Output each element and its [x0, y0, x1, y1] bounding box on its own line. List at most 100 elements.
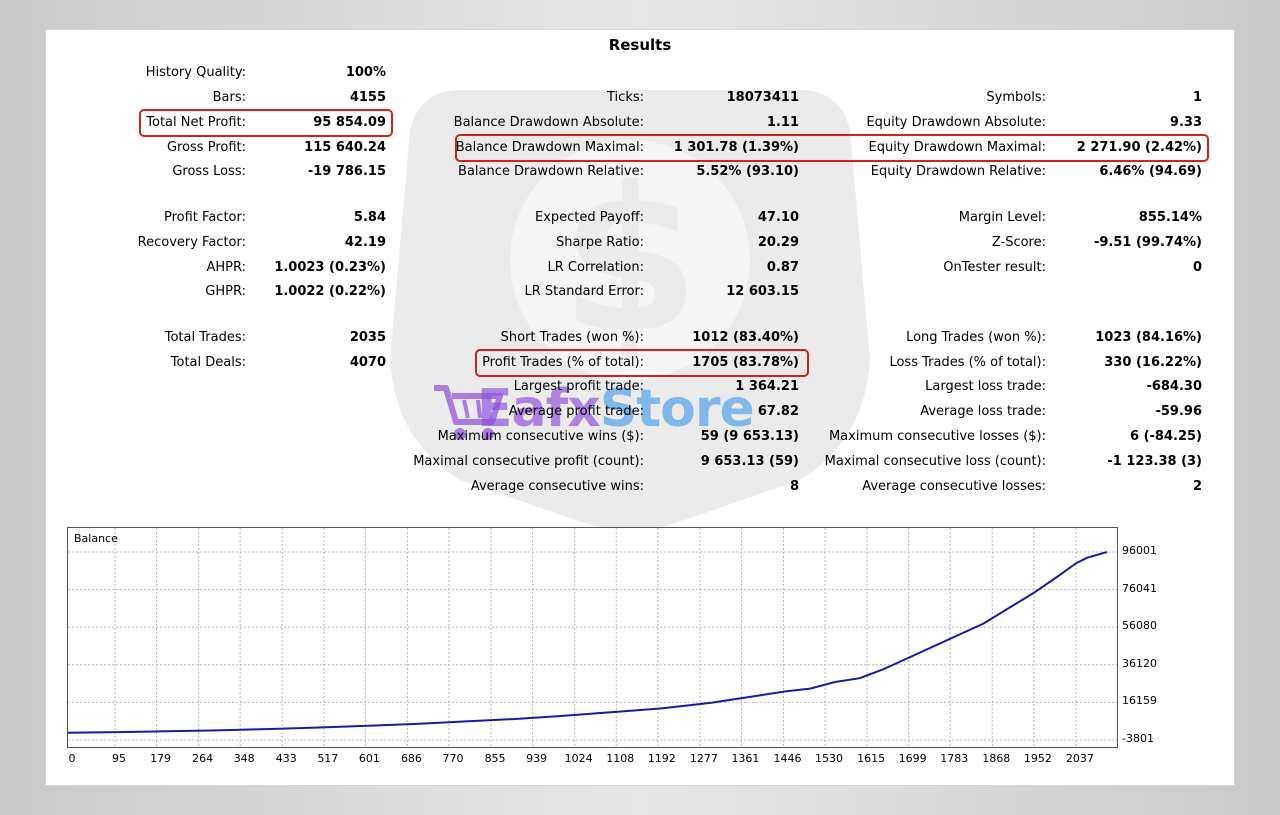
equity-drawdown-relative-value: 6.46% (94.69)	[1099, 164, 1202, 179]
bars-label: Bars:	[212, 90, 246, 105]
lr-standard-error-value: 12 603.15	[726, 284, 799, 299]
long-trades-value: 1023 (84.16%)	[1095, 330, 1202, 345]
equity-drawdown-maximal-value: 2 271.90 (2.42%)	[1076, 140, 1202, 155]
z-score-label: Z-Score:	[991, 235, 1046, 250]
x-tick-label: 264	[192, 752, 214, 765]
ghpr-label: GHPR:	[205, 284, 246, 299]
x-tick-label: 95	[112, 752, 126, 765]
balance-drawdown-absolute-value: 1.11	[766, 115, 799, 130]
x-tick-label: 1024	[564, 752, 593, 765]
average-profit-trade-label: Average profit trade:	[508, 404, 644, 419]
x-tick-label: 770	[442, 752, 464, 765]
x-tick-label: 1192	[647, 752, 676, 765]
x-tick-label: 1277	[689, 752, 718, 765]
x-tick-label: 1530	[815, 752, 844, 765]
x-tick-label: 1615	[857, 752, 886, 765]
x-tick-label: 1446	[773, 752, 802, 765]
lr-correlation-value: 0.87	[766, 260, 799, 275]
y-tick-label: 56080	[1122, 619, 1157, 633]
x-tick-label: 855	[484, 752, 506, 765]
lr-correlation-label: LR Correlation:	[547, 260, 644, 275]
maximal-consecutive-profit-label: Maximal consecutive profit (count):	[413, 454, 644, 469]
x-tick-label: 1699	[898, 752, 927, 765]
y-tick-label: 96001	[1122, 544, 1157, 557]
ghpr-value: 1.0022 (0.22%)	[274, 284, 386, 299]
history-quality-label: History Quality:	[145, 65, 246, 80]
x-tick-label: 1868	[982, 752, 1011, 765]
sharpe-ratio-label: Sharpe Ratio:	[556, 235, 644, 250]
equity-drawdown-absolute-value: 9.33	[1169, 115, 1202, 130]
profit-trades-value: 1705 (83.78%)	[692, 355, 799, 370]
maximal-consecutive-loss-label: Maximal consecutive loss (count):	[824, 454, 1046, 469]
maximal-consecutive-loss-value: -1 123.38 (3)	[1107, 454, 1202, 469]
total-deals-label: Total Deals:	[170, 355, 246, 370]
gross-profit-label: Gross Profit:	[166, 140, 246, 155]
x-tick-label: 601	[358, 752, 380, 765]
expected-payoff-label: Expected Payoff:	[535, 210, 644, 225]
average-profit-trade-value: 67.82	[757, 404, 799, 419]
x-tick-label: 1952	[1023, 752, 1052, 765]
balance-drawdown-relative-value: 5.52% (93.10)	[696, 164, 799, 179]
equity-drawdown-absolute-label: Equity Drawdown Absolute:	[866, 115, 1046, 130]
gross-loss-label: Gross Loss:	[172, 164, 246, 179]
average-consecutive-wins-label: Average consecutive wins:	[470, 479, 644, 494]
loss-trades-label: Loss Trades (% of total):	[889, 355, 1046, 370]
symbols-value: 1	[1192, 90, 1202, 105]
lr-standard-error-label: LR Standard Error:	[524, 284, 644, 299]
ontester-result-label: OnTester result:	[943, 260, 1046, 275]
largest-loss-trade-label: Largest loss trade:	[925, 379, 1046, 394]
x-tick-label: 1361	[731, 752, 760, 765]
balance-line	[67, 551, 1108, 734]
equity-drawdown-maximal-label: Equity Drawdown Maximal:	[868, 140, 1046, 155]
recovery-factor-label: Recovery Factor:	[137, 235, 246, 250]
x-tick-label: 179	[150, 752, 172, 765]
x-tick-label: 2037	[1065, 752, 1094, 765]
maximal-consecutive-profit-value: 9 653.13 (59)	[700, 454, 799, 469]
bars-value: 4155	[349, 90, 386, 105]
average-loss-trade-label: Average loss trade:	[920, 404, 1046, 419]
largest-loss-trade-value: -684.30	[1146, 379, 1202, 394]
y-tick-label: 36120	[1122, 656, 1157, 670]
average-loss-trade-value: -59.96	[1155, 404, 1202, 419]
x-tick-label: 0	[68, 752, 76, 765]
gross-loss-value: -19 786.15	[307, 164, 386, 179]
symbols-label: Symbols:	[986, 90, 1046, 105]
balance-drawdown-absolute-label: Balance Drawdown Absolute:	[453, 115, 644, 130]
y-tick-label: 16159	[1122, 694, 1157, 708]
balance-drawdown-maximal-label: Balance Drawdown Maximal:	[455, 140, 644, 155]
ticks-label: Ticks:	[607, 90, 644, 105]
short-trades-value: 1012 (83.40%)	[692, 330, 799, 345]
x-tick-label: 433	[275, 752, 297, 765]
x-tick-label: 686	[400, 752, 422, 765]
total-trades-label: Total Trades:	[164, 330, 246, 345]
x-tick-label: 348	[233, 752, 255, 765]
margin-level-value: 855.14%	[1138, 210, 1202, 225]
ticks-value: 18073411	[726, 90, 799, 105]
ahpr-label: AHPR:	[206, 260, 246, 275]
recovery-factor-value: 42.19	[344, 235, 386, 250]
y-tick-label: 76041	[1122, 581, 1157, 595]
results-title: Results	[608, 36, 672, 54]
balance-drawdown-maximal-value: 1 301.78 (1.39%)	[673, 140, 799, 155]
gross-profit-value: 115 640.24	[304, 140, 386, 155]
x-tick-label: 1108	[606, 752, 635, 765]
total-net-profit-label: Total Net Profit:	[146, 115, 246, 130]
ahpr-value: 1.0023 (0.23%)	[274, 260, 386, 275]
balance-drawdown-relative-label: Balance Drawdown Relative:	[458, 164, 644, 179]
y-tick-label: -3801	[1122, 732, 1154, 745]
profit-factor-value: 5.84	[353, 210, 386, 225]
largest-profit-trade-label: Largest profit trade:	[513, 379, 644, 394]
loss-trades-value: 330 (16.22%)	[1104, 355, 1202, 370]
max-consecutive-wins-label: Maximum consecutive wins ($):	[437, 429, 644, 444]
expected-payoff-value: 47.10	[757, 210, 799, 225]
average-consecutive-wins-value: 8	[789, 479, 799, 494]
largest-profit-trade-value: 1 364.21	[735, 379, 799, 394]
max-consecutive-losses-label: Maximum consecutive losses ($):	[828, 429, 1046, 444]
equity-drawdown-relative-label: Equity Drawdown Relative:	[870, 164, 1046, 179]
ontester-result-value: 0	[1192, 260, 1202, 275]
total-net-profit-value: 95 854.09	[313, 115, 386, 130]
average-consecutive-losses-value: 2	[1192, 479, 1202, 494]
total-deals-value: 4070	[349, 355, 386, 370]
total-trades-value: 2035	[349, 330, 386, 345]
profit-trades-label: Profit Trades (% of total):	[482, 355, 644, 370]
